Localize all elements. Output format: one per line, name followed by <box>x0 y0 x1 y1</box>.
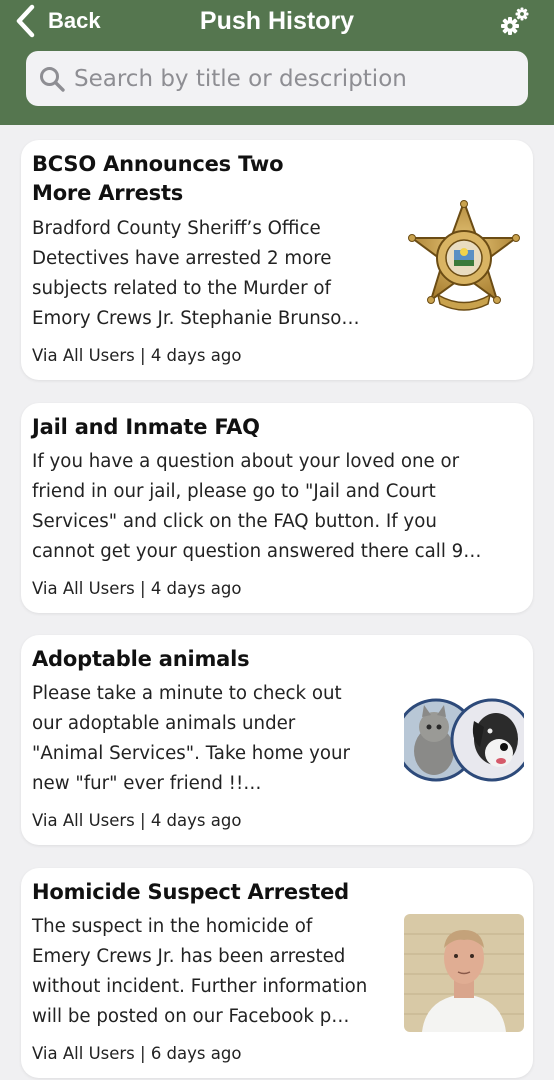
notification-title: BCSO Announces Two More Arrests <box>32 152 284 205</box>
page-title: Push History <box>199 7 355 35</box>
sheriff-badge-image <box>404 200 524 320</box>
settings-gears-icon[interactable] <box>500 6 530 36</box>
adoptable-animals-image <box>404 681 524 799</box>
notification-meta: Via All Users | 4 days ago <box>32 346 242 365</box>
notification-meta: Via All Users | 6 days ago <box>32 1044 242 1063</box>
notification-card[interactable]: Jail and Inmate FAQ If you have a questi… <box>21 403 533 613</box>
notification-meta: Via All Users | 4 days ago <box>32 811 242 830</box>
search-icon <box>40 66 65 92</box>
notification-card[interactable]: Homicide Suspect Arrested The suspect in… <box>21 868 533 1078</box>
notification-title: Jail and Inmate FAQ <box>32 415 260 439</box>
notification-card[interactable]: Adoptable animals Please take a minute t… <box>21 635 533 845</box>
notification-description: The suspect in the homicide of Emery Cre… <box>32 916 368 1027</box>
header-bar: Back Push History <box>0 0 554 125</box>
notification-description: Bradford County Sheriff’s Office Detecti… <box>32 218 360 329</box>
notification-title: Adoptable animals <box>32 647 250 671</box>
search-bar[interactable] <box>26 51 528 106</box>
notification-meta: Via All Users | 4 days ago <box>32 579 242 598</box>
notification-card[interactable]: BCSO Announces Two More Arrests Bradford… <box>21 140 533 380</box>
notification-description: Please take a minute to check out our ad… <box>32 683 351 794</box>
notification-description: If you have a question about your loved … <box>32 451 482 562</box>
suspect-mugshot-image <box>404 914 524 1032</box>
search-input[interactable] <box>74 65 504 92</box>
notification-title: Homicide Suspect Arrested <box>32 880 349 904</box>
